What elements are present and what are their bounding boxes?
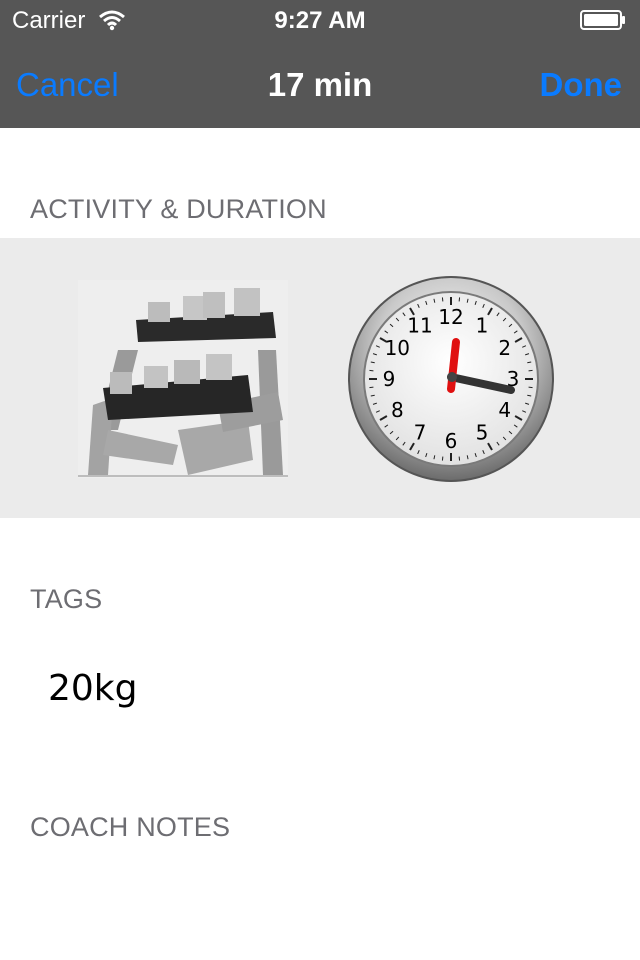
clock-number: 6 [445,429,458,453]
clock-number: 12 [438,305,463,329]
clock-number: 5 [476,421,489,445]
clock-number: 7 [414,421,427,445]
tag-value[interactable]: 20kg [48,668,138,709]
clock-number: 1 [476,313,489,337]
tags-header: TAGS [30,584,103,614]
battery-icon [580,10,625,30]
coach-notes-header: COACH NOTES [30,812,231,842]
activity-duration-header: ACTIVITY & DURATION [30,194,327,224]
status-bar: Carrier 9:27 AM [0,0,640,40]
clock-number: 2 [498,336,511,360]
clock-number: 11 [407,313,432,337]
activity-duration-panel: 12 1 2 3 4 5 6 7 8 9 10 11 [0,238,640,518]
clock-number: 10 [385,336,410,360]
navigation-bar: Cancel 17 min Done [0,40,640,128]
done-button[interactable]: Done [540,66,623,104]
dumbbell-rack-icon[interactable] [78,280,288,478]
status-time: 9:27 AM [274,7,366,34]
clock-number: 9 [383,367,396,391]
clock-icon[interactable]: 12 1 2 3 4 5 6 7 8 9 10 11 [346,274,556,484]
clock-number: 8 [391,398,404,422]
clock-number: 4 [498,398,511,422]
